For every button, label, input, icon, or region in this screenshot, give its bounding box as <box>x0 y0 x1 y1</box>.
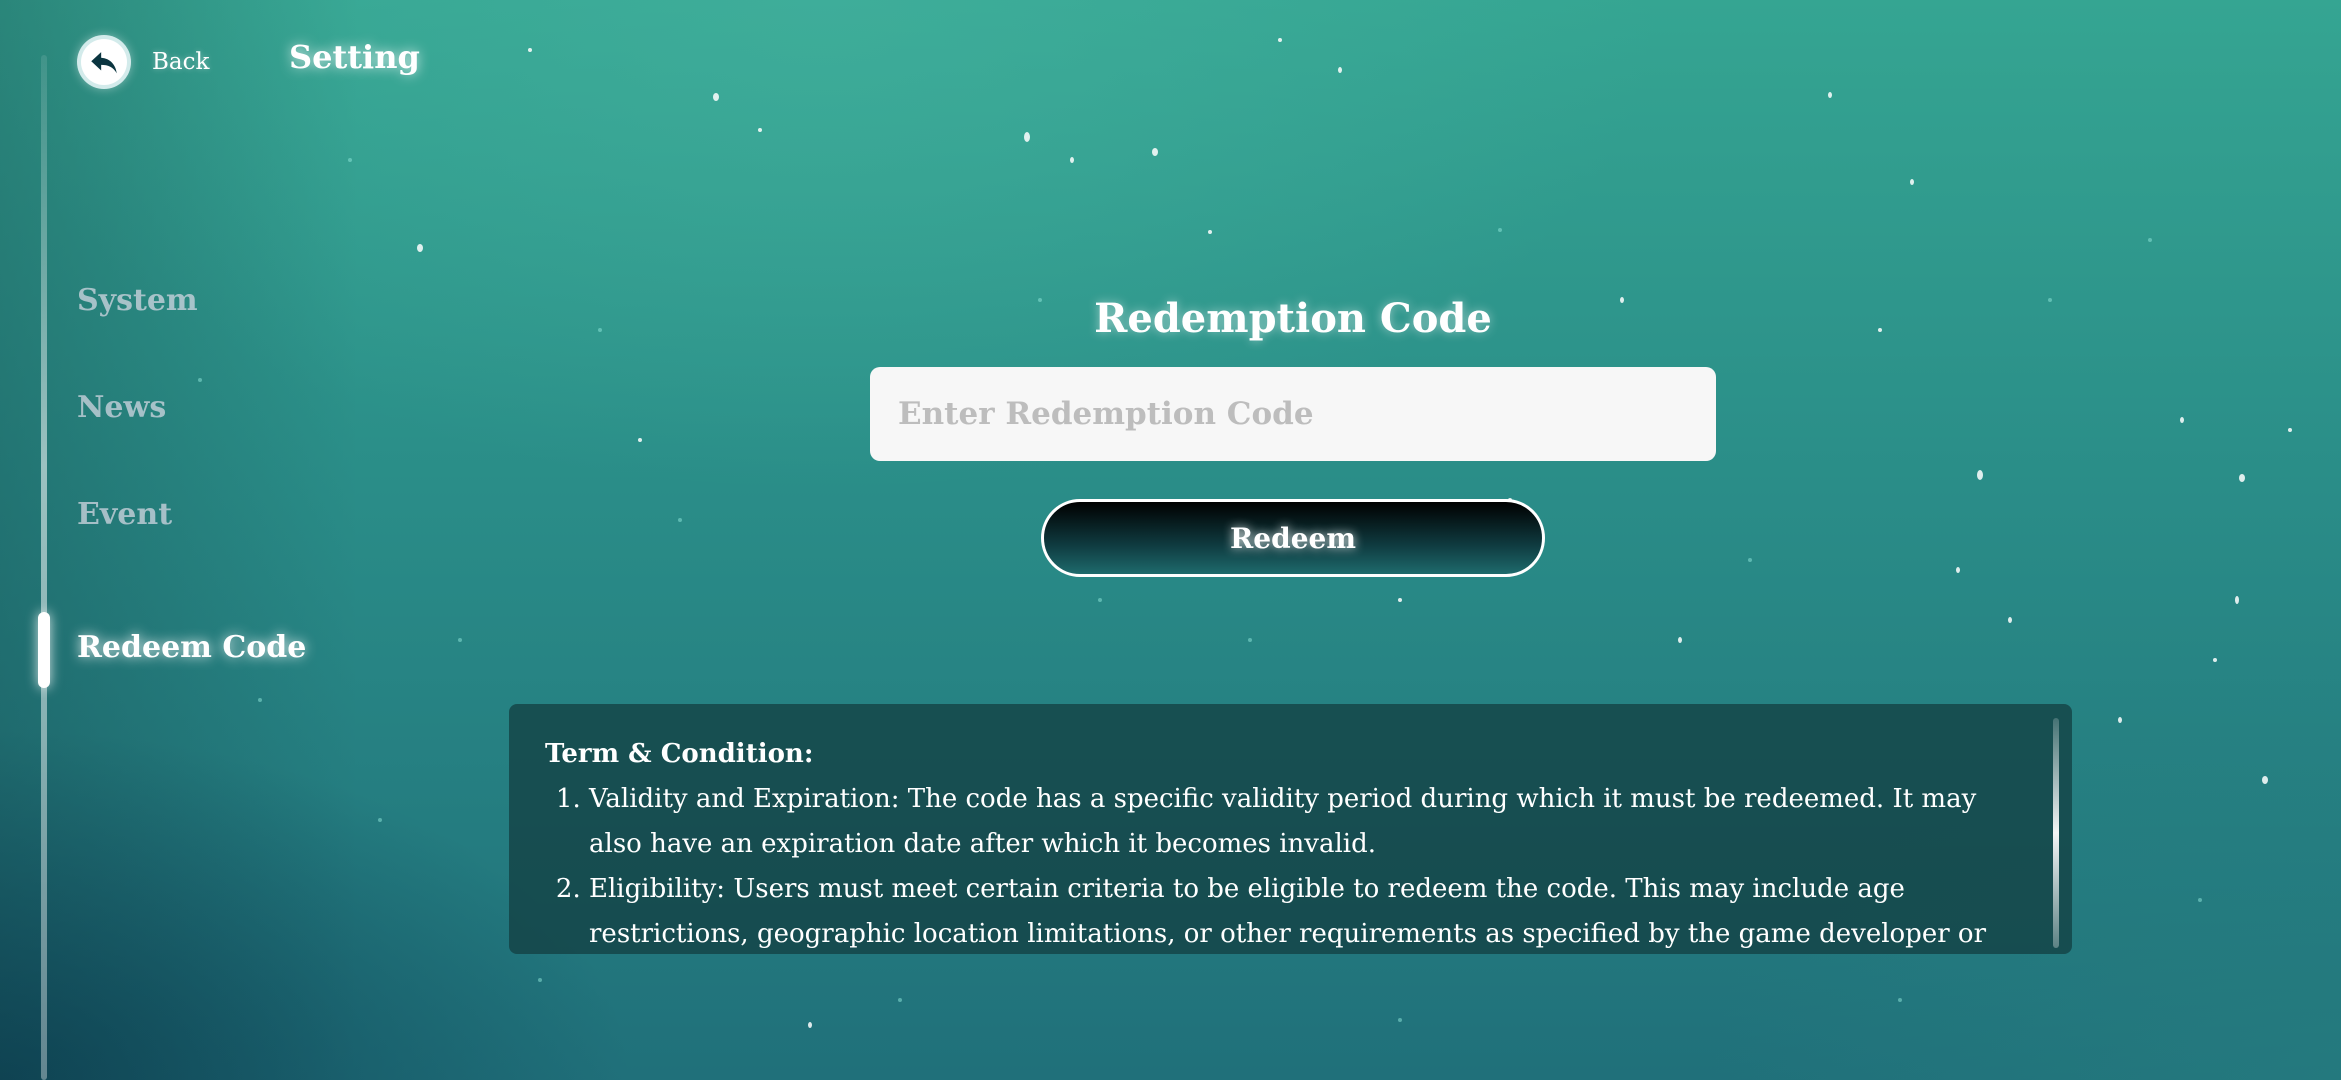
terms-panel: Term & Condition: Validity and Expiratio… <box>509 704 2072 954</box>
back-label[interactable]: Back <box>152 49 209 75</box>
sidebar-shade <box>0 0 360 1080</box>
terms-item-validity: Validity and Expiration: The code has a … <box>589 777 2032 867</box>
terms-list: Validity and Expiration: The code has a … <box>545 777 2032 954</box>
terms-scrollbar[interactable] <box>2053 718 2059 948</box>
sidebar-item-system[interactable]: System <box>77 283 198 318</box>
back-button[interactable]: Back <box>77 35 209 89</box>
sidebar-rail <box>41 55 47 1080</box>
terms-item-eligibility: Eligibility: Users must meet certain cri… <box>589 867 2032 954</box>
redeem-button[interactable]: Redeem <box>1041 499 1545 577</box>
terms-title: Term & Condition: <box>545 739 814 769</box>
page-title: Setting <box>289 38 420 76</box>
back-arrow-icon[interactable] <box>77 35 131 89</box>
redemption-code-input[interactable] <box>870 367 1716 461</box>
sidebar-item-news[interactable]: News <box>77 390 166 425</box>
active-indicator <box>38 612 50 688</box>
sidebar-item-redeem-code[interactable]: Redeem Code <box>77 630 306 665</box>
sidebar-item-event[interactable]: Event <box>77 497 172 532</box>
redemption-code-heading: Redemption Code <box>1094 295 1492 342</box>
